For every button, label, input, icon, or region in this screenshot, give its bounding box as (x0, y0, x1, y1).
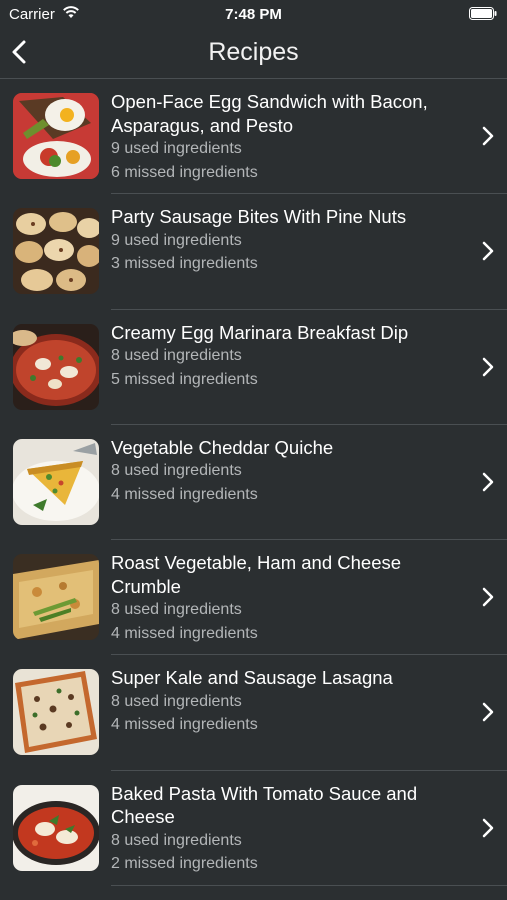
used-ingredients: 8 used ingredients (111, 601, 242, 619)
recipe-thumbnail (13, 323, 99, 410)
chevron-right-icon (482, 242, 494, 261)
navigation-bar: Recipes (0, 28, 507, 79)
recipe-row[interactable]: Creamy Egg Marinara Breakfast Dip 8 used… (0, 310, 507, 425)
recipe-thumbnail (13, 554, 99, 641)
recipe-title: Vegetable Cheddar Quiche (111, 436, 334, 458)
chevron-right-icon (482, 126, 494, 146)
page-title: Recipes (208, 38, 299, 66)
recipe-thumbnail (13, 784, 99, 871)
recipe-title: Roast Vegetable, Ham and Cheese Crumble (111, 552, 402, 597)
missed-ingredients: 4 missed ingredients (111, 485, 258, 503)
missed-ingredients: 2 missed ingredients (111, 855, 258, 873)
recipe-thumbnail (13, 438, 99, 525)
used-ingredients: 8 used ingredients (111, 462, 242, 480)
recipe-title: Open-Face Egg Sandwich with Bacon, Aspar… (111, 91, 428, 136)
recipe-row[interactable]: Open-Face Egg Sandwich with Bacon, Aspar… (0, 79, 507, 195)
missed-ingredients: 4 missed ingredients (111, 716, 258, 734)
chevron-right-icon (482, 703, 494, 722)
row-separator (111, 885, 507, 887)
chevron-right-icon (482, 357, 494, 376)
recipe-row[interactable]: Vegetable Cheddar Quiche 8 used ingredie… (0, 425, 507, 541)
recipe-row[interactable]: Party Sausage Bites With Pine Nuts 9 use… (0, 194, 507, 310)
recipe-row[interactable]: Baked Pasta With Tomato Sauce and Cheese… (0, 771, 507, 887)
missed-ingredients: 5 missed ingredients (111, 370, 258, 388)
clock: 7:48 PM (225, 6, 282, 23)
used-ingredients: 9 used ingredients (111, 140, 242, 157)
used-ingredients: 8 used ingredients (111, 831, 242, 849)
recipe-title: Baked Pasta With Tomato Sauce and Cheese (111, 782, 418, 828)
chevron-right-icon (482, 587, 494, 607)
used-ingredients: 9 used ingredients (111, 231, 242, 249)
missed-ingredients: 6 missed ingredients (111, 163, 258, 181)
chevron-right-icon (482, 818, 494, 838)
recipe-thumbnail (13, 93, 99, 179)
recipe-thumbnail (13, 669, 99, 756)
recipe-list: Open-Face Egg Sandwich with Bacon, Aspar… (0, 79, 507, 887)
recipe-row[interactable]: Super Kale and Sausage Lasagna 8 used in… (0, 655, 507, 771)
recipe-title: Creamy Egg Marinara Breakfast Dip (111, 321, 409, 343)
used-ingredients: 8 used ingredients (111, 347, 242, 365)
recipe-title: Party Sausage Bites With Pine Nuts (111, 206, 407, 228)
used-ingredients: 8 used ingredients (111, 692, 242, 710)
recipe-row[interactable]: Roast Vegetable, Ham and Cheese Crumble … (0, 540, 507, 656)
missed-ingredients: 3 missed ingredients (111, 255, 258, 273)
status-bar: Carrier 7:48 PM (0, 0, 507, 28)
battery-icon (469, 7, 497, 20)
missed-ingredients: 4 missed ingredients (111, 624, 258, 642)
chevron-right-icon (482, 472, 494, 492)
recipe-title: Super Kale and Sausage Lasagna (111, 667, 393, 689)
recipe-thumbnail (13, 208, 99, 295)
